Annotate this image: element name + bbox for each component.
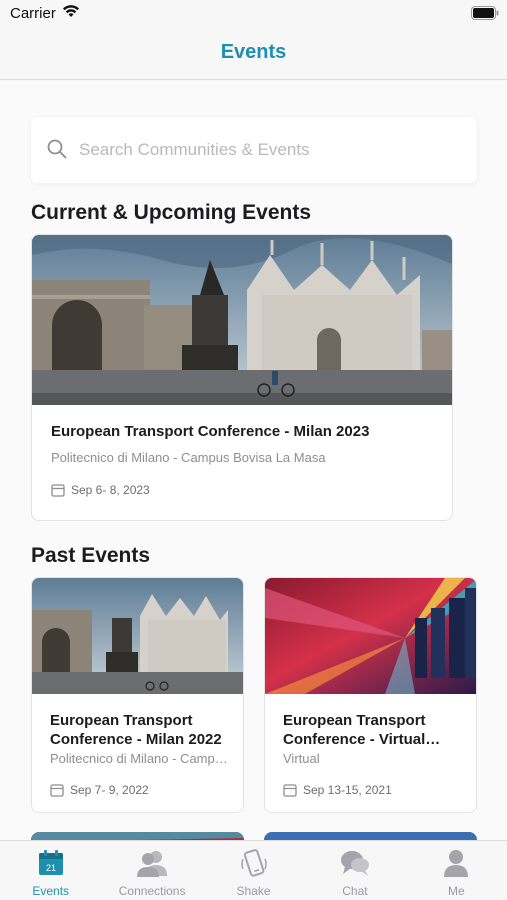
status-bar: Carrier	[0, 0, 507, 28]
event-image-virtual	[265, 578, 476, 694]
calendar-icon	[51, 484, 65, 497]
event-card-past-2022[interactable]: European Transport Conference - Milan 20…	[31, 577, 244, 813]
tab-bar: 21 Events Connections Shake Chat Me	[0, 840, 507, 900]
calendar-icon	[50, 784, 64, 797]
tab-label: Chat	[342, 884, 368, 898]
event-card-past-next-2[interactable]	[264, 832, 477, 840]
event-location: Politecnico di Milano - Campus Bovisa La…	[51, 450, 326, 465]
tab-label: Connections	[118, 884, 186, 898]
events-content[interactable]: Current & Upcoming Events	[0, 81, 507, 840]
event-image-next-2	[264, 832, 477, 840]
current-events-heading: Current & Upcoming Events	[31, 201, 312, 224]
tab-label: Me	[447, 884, 465, 898]
search-bar[interactable]	[31, 117, 477, 183]
event-date-row: Sep 6- 8, 2023	[51, 481, 150, 499]
event-date-row: Sep 13-15, 2021	[283, 781, 392, 799]
event-title: European Transport Conference - Milan 20…	[51, 423, 370, 440]
search-icon	[47, 139, 67, 159]
chat-bubbles-icon	[340, 851, 369, 876]
battery-icon	[471, 6, 499, 20]
tab-label: Shake	[236, 884, 271, 898]
navigation-bar: Events	[0, 28, 507, 80]
event-date-row: Sep 7- 9, 2022	[50, 781, 149, 799]
tab-connections[interactable]: Connections	[101, 841, 202, 900]
people-icon	[137, 851, 168, 877]
calendar-icon: 21	[38, 850, 63, 875]
event-title: European Transport Conference - Milan 20…	[50, 712, 222, 748]
tab-label: Events	[32, 884, 70, 898]
calendar-icon	[283, 784, 297, 797]
person-icon	[444, 850, 469, 877]
event-date: Sep 7- 9, 2022	[70, 783, 149, 797]
carrier-label: Carrier	[10, 5, 56, 22]
event-image-milan	[32, 235, 452, 405]
event-location: Politecnico di Milano - Campus Bovisa La…	[50, 751, 229, 766]
event-date: Sep 13-15, 2021	[303, 783, 392, 797]
event-card-past-2021[interactable]: European Transport Conference - Virtual …	[264, 577, 477, 813]
event-card-past-next[interactable]	[31, 832, 244, 840]
shake-phone-icon	[240, 849, 267, 877]
wifi-icon	[63, 5, 79, 17]
event-image-next	[31, 832, 244, 840]
tab-me[interactable]: Me	[406, 841, 507, 900]
event-card-current[interactable]: European Transport Conference - Milan 20…	[31, 234, 453, 521]
past-events-heading: Past Events	[31, 544, 151, 567]
calendar-badge: 21	[46, 863, 56, 873]
tab-chat[interactable]: Chat	[304, 841, 405, 900]
event-title: European Transport Conference - Virtual …	[283, 712, 426, 748]
page-title: Events	[220, 41, 287, 63]
event-image-milan-2022	[32, 578, 243, 694]
search-input[interactable]	[79, 117, 459, 183]
event-location: Virtual	[283, 751, 320, 766]
tab-events[interactable]: 21 Events	[0, 841, 101, 900]
event-date: Sep 6- 8, 2023	[71, 483, 150, 497]
tab-shake[interactable]: Shake	[203, 841, 304, 900]
